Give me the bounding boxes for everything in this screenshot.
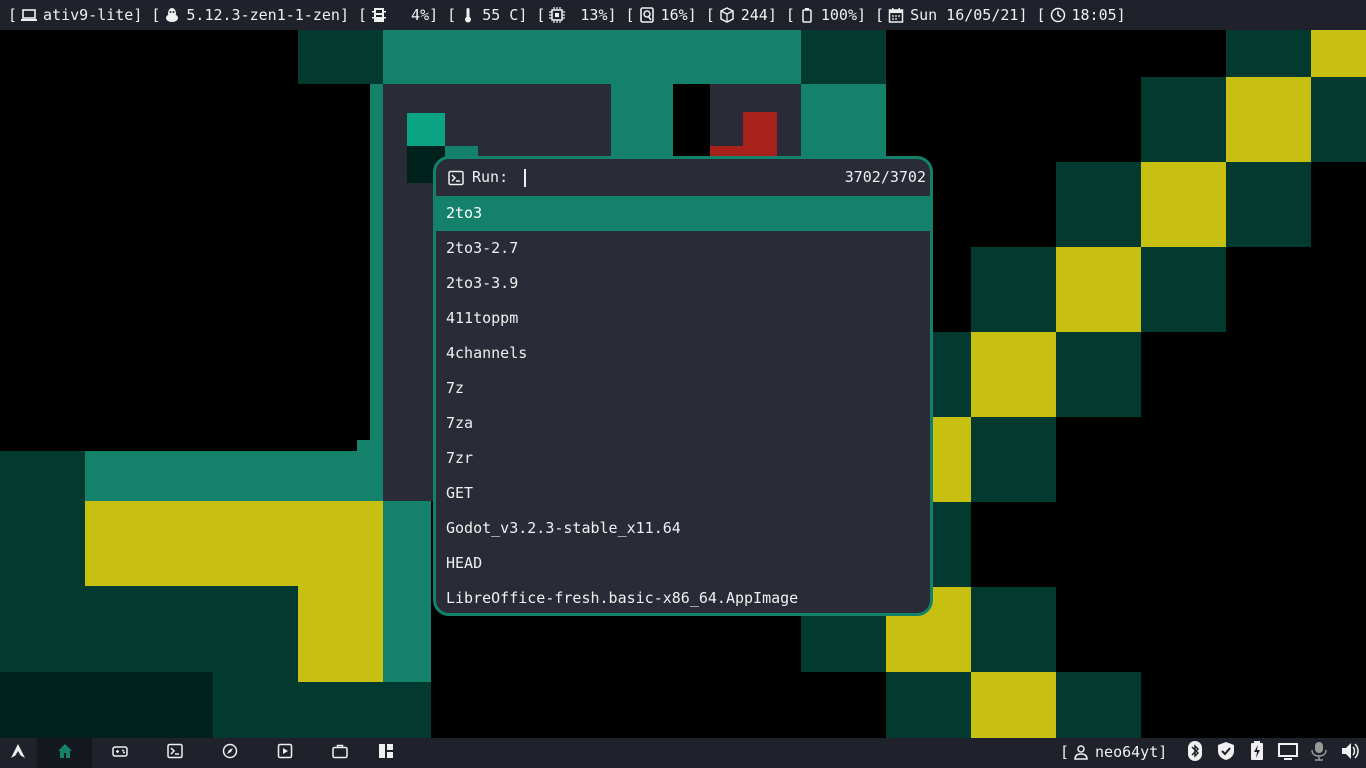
shield-icon [1216,741,1236,765]
user-icon [1073,744,1089,760]
disk-icon [639,7,655,23]
result-list: 2to3 2to3-2.7 2to3-3.9 411toppm 4channel… [436,196,930,613]
gamepad-icon [111,743,128,763]
arch-menu-button[interactable] [0,738,36,768]
memory-icon [371,7,387,23]
list-item[interactable]: 7zr [436,441,930,476]
clock-icon [1050,7,1066,23]
list-item[interactable]: 2to3-3.9 [436,266,930,301]
temperature-label: 55 C [482,6,519,24]
cpu-label: 13% [571,6,608,24]
security-button[interactable] [1215,742,1237,764]
cpu-segment: [ 13% ] [536,6,617,24]
display-button[interactable] [1277,742,1299,764]
display-icon [1278,741,1298,765]
list-item[interactable]: 4channels [436,336,930,371]
user-label: neo64yt [1095,743,1159,761]
terminal-icon [448,170,464,186]
list-item[interactable]: LibreOffice-fresh.basic-x86_64.AppImage [436,581,930,613]
calendar-icon [888,7,904,23]
packages-segment: [ 244 ] [705,6,777,24]
date-label: Sun 16/05/21 [910,6,1019,24]
thermometer-icon [460,7,476,23]
workspace-media[interactable] [257,738,312,768]
workspace-home[interactable] [37,738,92,768]
kernel-label: 5.12.3-zen1-1-zen [186,6,340,24]
list-item[interactable]: 7za [436,406,930,441]
launcher-prompt-row: Run: 3702/3702 [436,159,930,196]
disk-label: 16% [660,6,688,24]
text-cursor [524,169,526,187]
temperature-segment: [ 55 C ] [447,6,528,24]
top-status-bar: [ ativ9-lite ] [ 5.12.3-zen1-1-zen ] [ 4… [0,0,1366,30]
layout-icon [378,743,394,763]
bluetooth-button[interactable] [1184,741,1206,765]
list-item[interactable]: 7z [436,371,930,406]
volume-button[interactable] [1339,742,1361,764]
list-item[interactable]: 2to3 [436,196,930,231]
workspace-terminal[interactable] [147,738,202,768]
list-item[interactable]: GET [436,476,930,511]
user-segment: [ neo64yt ] [1060,743,1168,761]
battery-segment: [ 100% ] [785,6,867,24]
power-button[interactable] [1246,741,1268,765]
workspace-games[interactable] [92,738,147,768]
date-segment: [ Sun 16/05/21 ] [875,6,1028,24]
microphone-button[interactable] [1308,742,1330,764]
terminal-icon [166,743,183,763]
cpu-icon [549,7,566,23]
bluetooth-icon [1185,741,1205,765]
time-label: 18:05 [1071,6,1117,24]
memory-label: 4% [393,6,430,24]
list-item[interactable]: Godot_v3.2.3-stable_x11.64 [436,511,930,546]
home-icon [57,743,73,763]
list-item[interactable]: HEAD [436,546,930,581]
laptop-icon [21,7,38,23]
linux-icon [164,7,180,23]
volume-icon [1340,741,1360,765]
workspace-layout[interactable] [358,738,413,768]
list-item[interactable]: 2to3-2.7 [436,231,930,266]
packages-label: 244 [740,6,768,24]
result-count: 3702/3702 [844,168,926,186]
briefcase-icon [331,743,348,763]
battery-icon [799,7,815,23]
battery-label: 100% [820,6,857,24]
power-icon [1247,741,1267,765]
package-icon [719,7,735,23]
list-item[interactable]: 411toppm [436,301,930,336]
workspace-browser[interactable] [202,738,257,768]
run-input[interactable] [522,165,822,189]
disk-segment: [ 16% ] [625,6,697,24]
run-launcher: Run: 3702/3702 2to3 2to3-2.7 2to3-3.9 41… [433,156,933,616]
arch-icon [10,743,26,763]
compass-icon [222,743,238,763]
host-label: ativ9-lite [43,6,134,24]
bottom-bar: [ neo64yt ] [0,738,1366,768]
memory-segment: [ 4% ] [357,6,439,24]
prompt-label: Run: [472,168,509,186]
time-segment: [ 18:05 ] [1036,6,1126,24]
kernel-segment: [ 5.12.3-zen1-1-zen ] [151,6,349,24]
host-segment: [ ativ9-lite ] [8,6,143,24]
play-icon [277,743,293,763]
microphone-icon [1309,741,1329,765]
